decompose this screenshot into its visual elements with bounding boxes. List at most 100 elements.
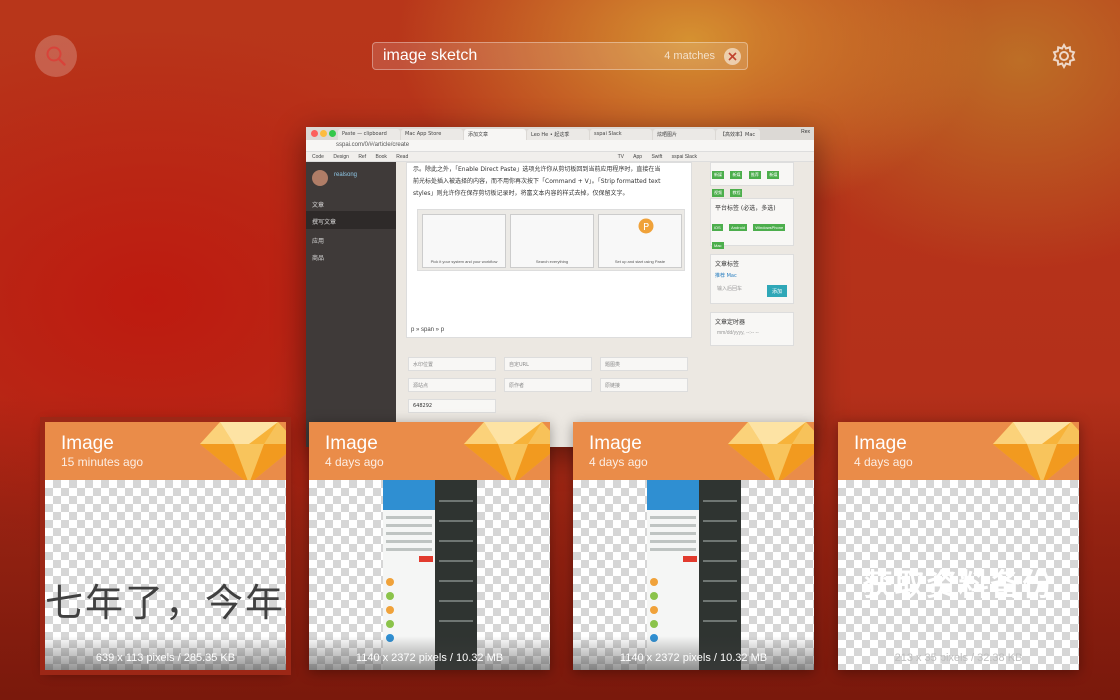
platform-card-title: 平台标签 (必选，多选) <box>715 205 776 212</box>
card-image-preview: 1140 x 2372 pixels / 10.32 MB <box>573 480 814 670</box>
phone-line <box>439 520 473 522</box>
sidebar-item: 商品 <box>312 255 325 262</box>
search-button[interactable] <box>35 35 77 77</box>
phone-red-button <box>419 556 433 562</box>
card-title: Image <box>61 433 114 454</box>
form-field: 自定URL <box>504 357 592 371</box>
tag: 新媒 <box>730 171 743 179</box>
phone-row <box>650 524 696 527</box>
phone-header <box>383 480 435 510</box>
sidebar-item: 应用 <box>312 238 325 245</box>
browser-tab: 添加文章 <box>464 129 526 140</box>
card-time: 4 days ago <box>325 455 384 469</box>
form-field: 题图类 <box>600 357 688 371</box>
card-header: Image 4 days ago <box>309 422 550 484</box>
settings-button[interactable] <box>1050 42 1078 70</box>
card-time: 4 days ago <box>589 455 648 469</box>
bookmark: Book <box>375 154 387 160</box>
phone-row <box>650 516 696 519</box>
bookmark: Ref <box>358 154 367 160</box>
phone-row <box>650 548 696 551</box>
editor-line: 示。除此之外，「Enable Direct Paste」选项允许你从剪切板回到当… <box>413 166 661 173</box>
cms-sidebar: realsong 文章 撰写文章 应用 商品 <box>306 162 396 447</box>
tag: Mac <box>712 242 724 249</box>
clear-icon <box>728 52 737 61</box>
editor-line: 前光标处插入被选择的内容，而不用你再次按下「Command + V」。「Stri… <box>413 178 661 185</box>
tag-card: 新媒 新媒 推荐 新媒 视频 教程 <box>710 162 794 197</box>
card-title: Image <box>325 433 378 454</box>
clipboard-card[interactable]: Image 15 minutes ago 七年了，今年 639 x 113 pi… <box>45 422 286 670</box>
bookmark: App <box>633 154 643 160</box>
phone-line <box>439 500 473 502</box>
clipboard-card[interactable]: Image 4 days ago 1140 x 2372 pixels / 10… <box>573 422 814 670</box>
phone-line <box>703 560 737 562</box>
phone-line <box>703 600 737 602</box>
card-image-preview: 七年了，今年 639 x 113 pixels / 285.35 KB <box>45 480 286 670</box>
phone-line <box>439 620 473 622</box>
phone-dot <box>386 606 394 614</box>
tag: 视频 <box>712 189 724 197</box>
card-header: Image 4 days ago <box>838 422 1079 484</box>
schedule-input: mm/dd/yyyy, --:-- -- <box>717 330 759 336</box>
phone-row <box>386 532 432 535</box>
bookmarks-bar: Code Design Ref Book Read TV App Swift s… <box>306 152 814 162</box>
avatar <box>312 170 328 186</box>
search-field[interactable]: 4 matches <box>372 42 748 70</box>
card-meta: 1140 x 2372 pixels / 10.32 MB <box>355 652 504 664</box>
schedule-card: 文章定时器 mm/dd/yyyy, --:-- -- <box>710 312 794 346</box>
search-input[interactable] <box>383 45 653 67</box>
bookmark: sspai Slack <box>671 154 697 160</box>
phone-dot <box>386 620 394 628</box>
tag: WindowsPhone <box>753 224 786 231</box>
card-time: 4 days ago <box>854 455 913 469</box>
phone-row <box>386 540 432 543</box>
card-title: Image <box>589 433 642 454</box>
embedded-shot: Pick it your system and your workflow <box>422 214 506 268</box>
phone-dot <box>650 620 658 628</box>
phone-dot <box>386 592 394 600</box>
sketch-gem-icon <box>728 422 814 484</box>
address-bar: sspai.com/0/#/article/create <box>306 140 814 152</box>
tag: iOS <box>712 224 723 231</box>
bookmark: Code <box>312 154 324 160</box>
article-tag-title: 文章标签 <box>715 261 740 268</box>
browser-tab-bar: Paste — clipboard Mac App Store 添加文章 Leo… <box>306 127 814 140</box>
card-header: Image 4 days ago <box>573 422 814 484</box>
phone-line <box>703 540 737 542</box>
sketch-gem-icon <box>464 422 550 484</box>
svg-text:P: P <box>643 222 649 233</box>
phone-line <box>439 600 473 602</box>
browser-tab: sspai Slack <box>590 129 652 140</box>
cms-right-panel: 新媒 新媒 推荐 新媒 视频 教程 平台标签 (必选，多选) iOS Andro… <box>704 162 814 447</box>
browser-user-label: Rex <box>801 129 810 135</box>
phone-line <box>703 500 737 502</box>
preview-window: Paste — clipboard Mac App Store 添加文章 Leo… <box>306 127 814 447</box>
form-field: 原链接 <box>600 378 688 392</box>
card-image-preview: 获取资料备份 213 x 35 pixels / 32.38 KB <box>838 480 1079 670</box>
tag: 推荐 <box>748 171 761 179</box>
image-text: 获取资料备份 <box>862 568 1055 603</box>
phone-dot <box>650 592 658 600</box>
phone-red-button <box>683 556 697 562</box>
sidebar-item: 撰写文章 <box>306 211 396 229</box>
embedded-screenshots: Pick it your system and your workflow Se… <box>417 209 685 271</box>
tag: 新媒 <box>767 171 780 179</box>
close-dot-icon <box>311 130 318 137</box>
form-field: 原作者 <box>504 378 592 392</box>
browser-tab: Paste — clipboard <box>338 129 400 140</box>
form-field: 水印位置 <box>408 357 496 371</box>
clipboard-card[interactable]: Image 4 days ago 获取资料备份 213 x 35 pixels … <box>838 422 1079 670</box>
zoom-dot-icon <box>329 130 336 137</box>
editor-status-path: p » span » p <box>411 327 445 333</box>
gear-icon <box>1052 42 1076 70</box>
clear-search-button[interactable] <box>724 48 741 65</box>
card-header: Image 15 minutes ago <box>45 422 286 484</box>
browser-tab: Leo He • 起这季 <box>527 129 589 140</box>
clipboard-card[interactable]: Image 4 days ago 1140 x 2372 pixels / 10… <box>309 422 550 670</box>
card-title: Image <box>854 433 907 454</box>
article-tags: 推荐 Mac <box>715 273 737 279</box>
image-text: 七年了，今年 <box>45 581 286 625</box>
add-tag-button: 添加 <box>767 285 787 297</box>
sketch-gem-icon <box>200 422 286 484</box>
phone-dot <box>650 606 658 614</box>
